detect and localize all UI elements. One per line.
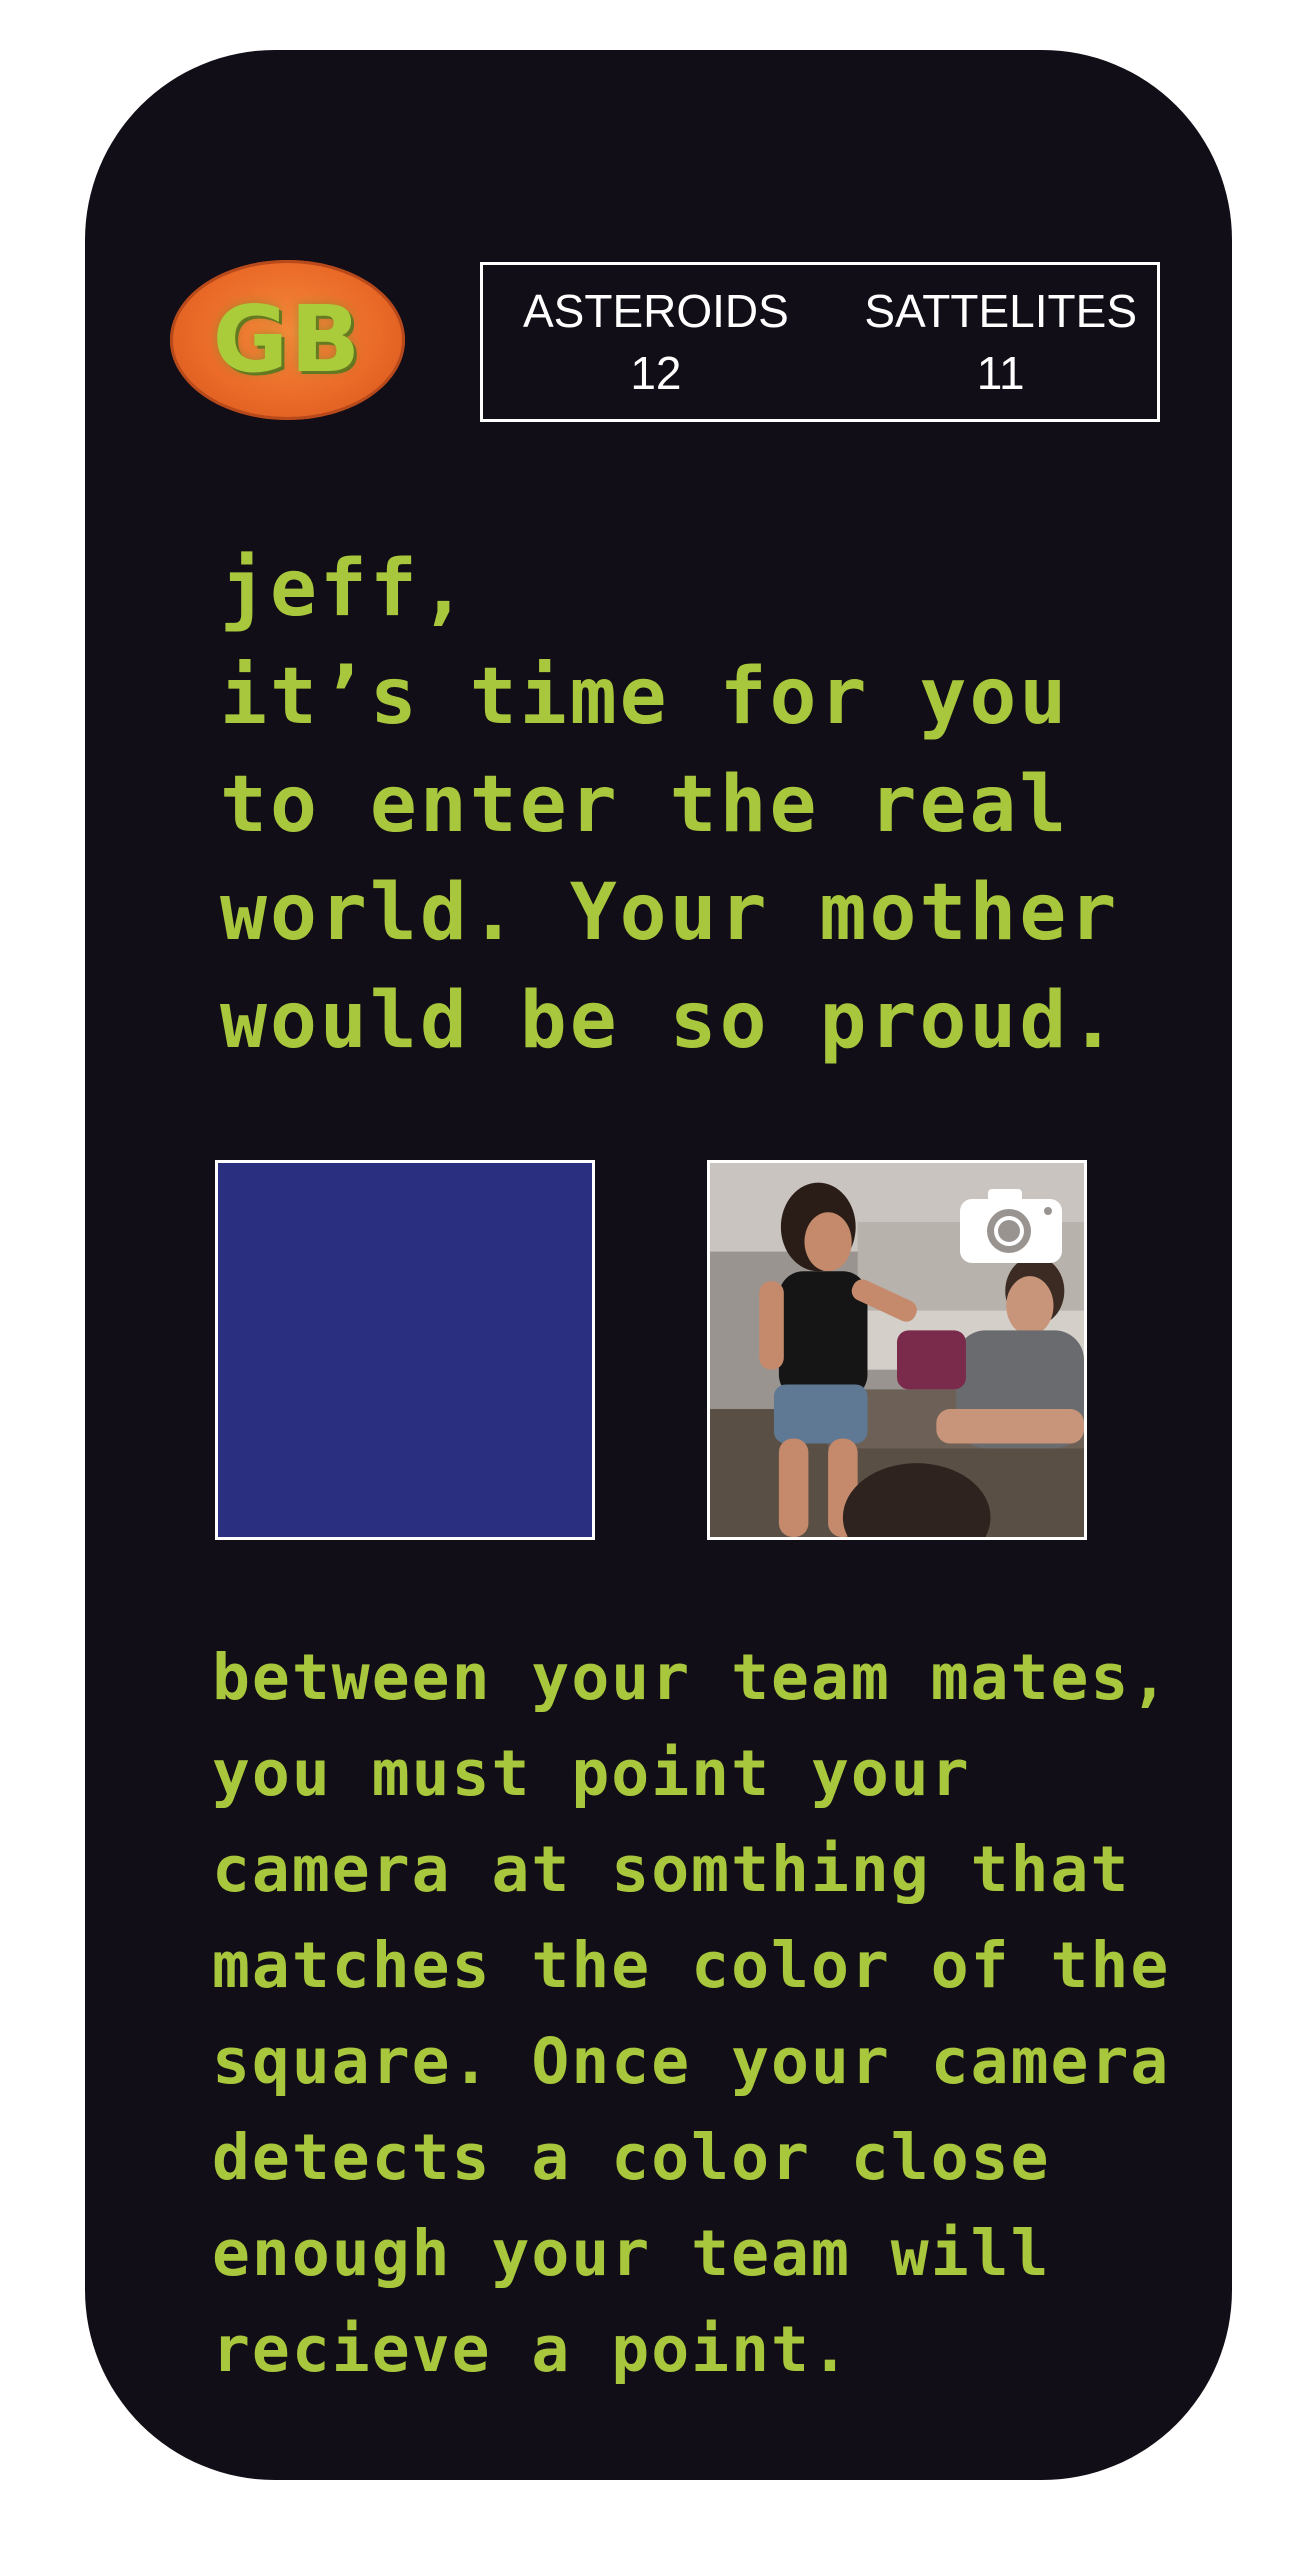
instructions-text: between your team mates, you must point …	[212, 1641, 1171, 2386]
greeting-message: jeff, it’s time for you to enter the rea…	[220, 544, 1120, 1066]
gb-logo: GB	[170, 260, 405, 420]
logo-text: GB	[212, 286, 363, 393]
target-color-square	[215, 1160, 595, 1540]
team-name: SATTELITES	[864, 285, 1137, 337]
phone-screen: GB ASTEROIDS 12 SATTELITES 11 jeff, it’s…	[85, 50, 1232, 2480]
team-score: 12	[630, 347, 682, 399]
team-score: 11	[976, 347, 1025, 399]
scoreboard: ASTEROIDS 12 SATTELITES 11	[480, 262, 1160, 422]
team-name: ASTEROIDS	[523, 285, 789, 337]
team-asteroids: ASTEROIDS 12	[523, 280, 789, 404]
camera-icon[interactable]	[956, 1185, 1066, 1265]
camera-preview[interactable]	[707, 1160, 1087, 1540]
team-sattelites: SATTELITES 11	[864, 280, 1137, 404]
